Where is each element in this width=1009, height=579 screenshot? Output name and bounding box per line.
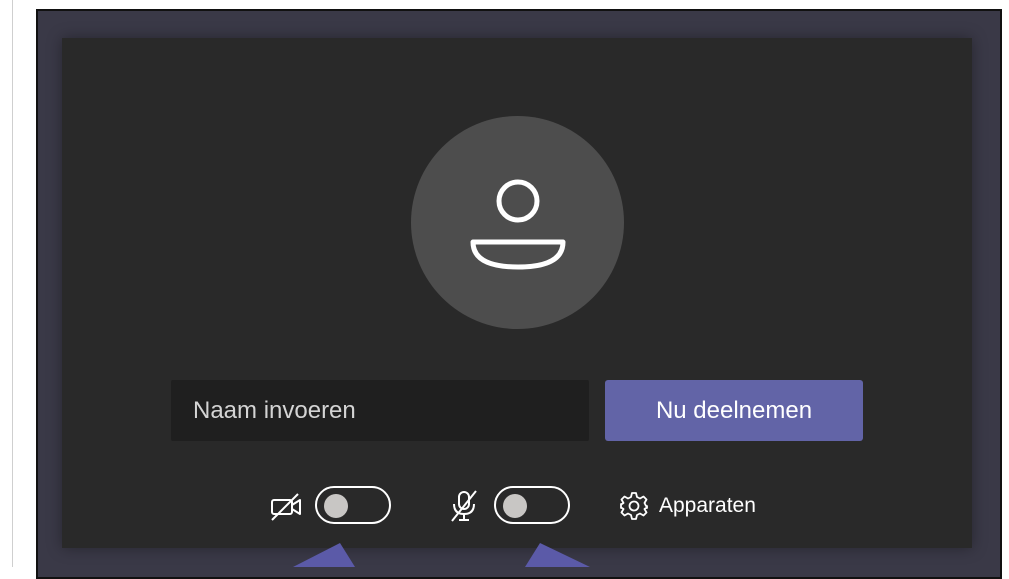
toggle-knob — [324, 494, 348, 518]
camera-toggle[interactable] — [315, 486, 391, 524]
page-edge-line — [12, 0, 13, 567]
toggle-knob — [503, 494, 527, 518]
name-input[interactable] — [171, 380, 589, 441]
microphone-toggle[interactable] — [494, 486, 570, 524]
gear-icon — [620, 492, 648, 520]
person-icon — [470, 179, 566, 270]
camera-off-icon — [271, 493, 301, 521]
devices-label: Apparaten — [659, 494, 756, 517]
avatar — [411, 116, 624, 329]
mic-off-icon — [451, 490, 477, 522]
devices-button[interactable]: Apparaten — [619, 489, 756, 523]
join-now-button[interactable]: Nu deelnemen — [605, 380, 863, 441]
